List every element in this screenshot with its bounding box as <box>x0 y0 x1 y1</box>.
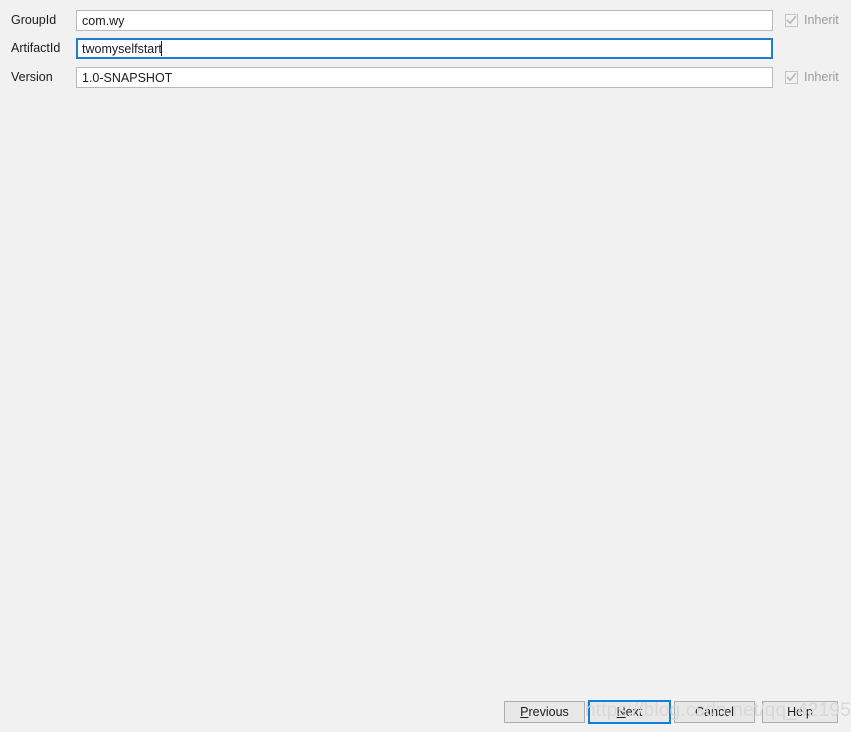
groupid-inherit-label: Inherit <box>804 13 839 27</box>
cancel-button-label: Cancel <box>695 704 734 719</box>
form-row-groupid: GroupId Inherit <box>0 10 851 31</box>
form-row-version: Version Inherit <box>0 67 851 88</box>
help-button-label: Help <box>787 704 813 719</box>
previous-button-label: revious <box>528 704 569 719</box>
groupid-label: GroupId <box>11 13 57 27</box>
previous-button-mnemonic: P <box>520 704 529 719</box>
next-button-mnemonic: N <box>616 704 626 719</box>
version-inherit-label: Inherit <box>804 70 839 84</box>
help-button[interactable]: Help <box>762 701 838 723</box>
artifactid-label: ArtifactId <box>11 41 61 55</box>
next-button-label: ext <box>625 704 643 719</box>
artifactid-input[interactable] <box>76 38 773 59</box>
groupid-inherit-group[interactable]: Inherit <box>785 10 839 31</box>
cancel-button[interactable]: Cancel <box>674 701 755 723</box>
version-inherit-group[interactable]: Inherit <box>785 67 839 88</box>
checkbox-checked-icon[interactable] <box>785 14 798 27</box>
version-label: Version <box>11 70 53 84</box>
maven-coordinates-form: GroupId Inherit ArtifactId twomyselfstar… <box>0 0 851 100</box>
next-button[interactable]: Next <box>588 700 671 724</box>
previous-button[interactable]: Previous <box>504 701 585 723</box>
checkbox-checked-icon[interactable] <box>785 71 798 84</box>
form-row-artifactid: ArtifactId twomyselfstart <box>0 38 851 59</box>
groupid-input[interactable] <box>76 10 773 31</box>
version-input[interactable] <box>76 67 773 88</box>
dialog-button-bar: Previous Next Cancel Help <box>0 698 851 732</box>
